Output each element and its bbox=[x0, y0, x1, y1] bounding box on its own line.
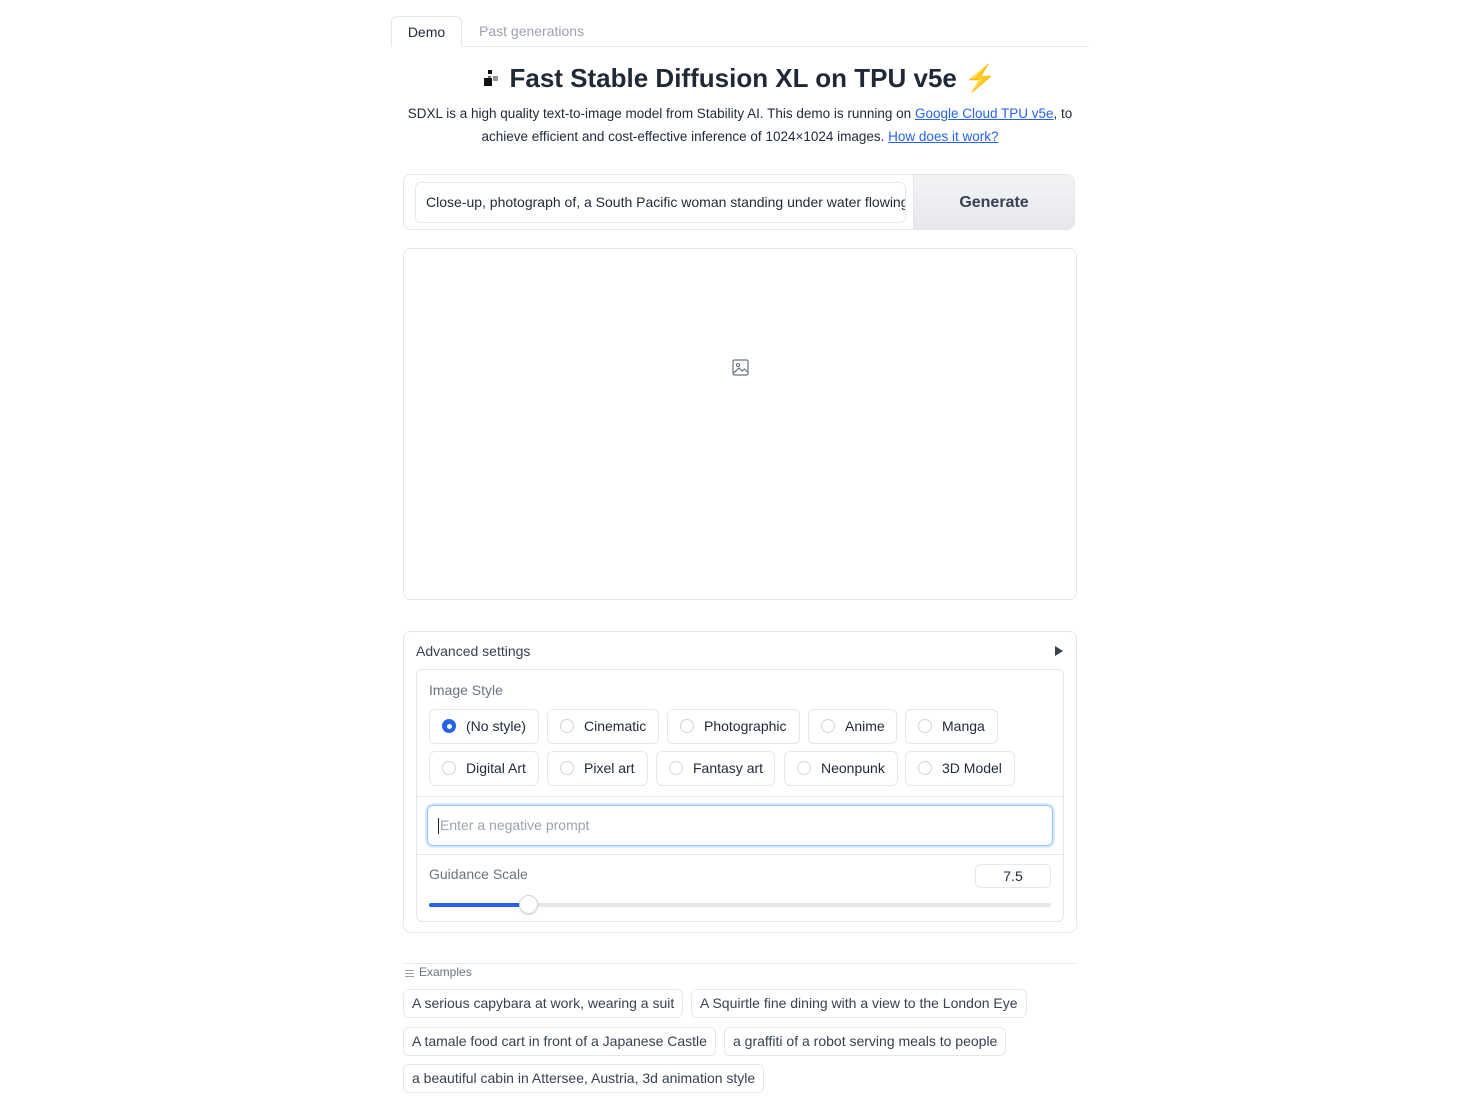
radio-icon[interactable] bbox=[560, 719, 574, 733]
advanced-settings-body: Image Style (No style) Cinematic Photogr… bbox=[416, 669, 1064, 922]
style-option-label: Photographic bbox=[704, 718, 787, 734]
logo-icon bbox=[483, 70, 500, 87]
output-image-area bbox=[403, 248, 1077, 600]
advanced-settings-title[interactable]: Advanced settings bbox=[416, 643, 530, 659]
negative-prompt-input[interactable]: Enter a negative prompt bbox=[427, 805, 1053, 846]
radio-selected-icon[interactable] bbox=[442, 719, 456, 733]
tab-demo[interactable]: Demo bbox=[391, 16, 462, 47]
style-option-photographic[interactable]: Photographic bbox=[667, 709, 800, 744]
style-option-label: Pixel art bbox=[584, 760, 635, 776]
example-prompt[interactable]: A tamale food cart in front of a Japanes… bbox=[403, 1027, 716, 1056]
radio-icon[interactable] bbox=[560, 761, 574, 775]
style-option-neonpunk[interactable]: Neonpunk bbox=[784, 751, 898, 786]
style-option-label: Manga bbox=[942, 718, 985, 734]
description-text-1: SDXL is a high quality text-to-image mod… bbox=[407, 106, 915, 121]
list-icon bbox=[405, 969, 414, 978]
style-option-label: Anime bbox=[845, 718, 885, 734]
image-placeholder-icon bbox=[732, 359, 749, 376]
divider bbox=[417, 854, 1063, 855]
image-style-label: Image Style bbox=[429, 682, 503, 698]
example-prompt[interactable]: A Squirtle fine dining with a view to th… bbox=[691, 989, 1027, 1018]
radio-icon[interactable] bbox=[918, 761, 932, 775]
guidance-scale-slider[interactable] bbox=[429, 895, 1051, 914]
example-prompt[interactable]: a beautiful cabin in Attersee, Austria, … bbox=[403, 1064, 765, 1093]
page-title: Fast Stable Diffusion XL on TPU v5e ⚡ bbox=[0, 58, 1480, 98]
prompt-row: Close-up, photograph of, a South Pacific… bbox=[403, 174, 1075, 230]
style-option-label: Cinematic bbox=[584, 718, 647, 734]
tpu-link[interactable]: Google Cloud TPU v5e bbox=[915, 106, 1054, 121]
style-option-digital-art[interactable]: Digital Art bbox=[429, 751, 539, 786]
lightning-icon: ⚡ bbox=[964, 63, 997, 93]
example-prompt[interactable]: A serious capybara at work, wearing a su… bbox=[403, 989, 684, 1018]
examples-label: Examples bbox=[419, 965, 472, 979]
advanced-settings-panel: Advanced settings Image Style (No style)… bbox=[403, 631, 1077, 933]
collapse-arrow-icon[interactable] bbox=[1055, 646, 1063, 656]
style-option-label: (No style) bbox=[466, 718, 526, 734]
style-option-label: Neonpunk bbox=[821, 760, 885, 776]
style-option-anime[interactable]: Anime bbox=[808, 709, 897, 744]
radio-icon[interactable] bbox=[797, 761, 811, 775]
radio-icon[interactable] bbox=[821, 719, 835, 733]
generate-button[interactable]: Generate bbox=[913, 175, 1074, 229]
tab-past-generations[interactable]: Past generations bbox=[479, 16, 584, 46]
style-option-cinematic[interactable]: Cinematic bbox=[547, 709, 659, 744]
negative-prompt-placeholder: Enter a negative prompt bbox=[440, 817, 590, 833]
style-option-pixel-art[interactable]: Pixel art bbox=[547, 751, 648, 786]
style-option-label: 3D Model bbox=[942, 760, 1002, 776]
divider bbox=[417, 796, 1063, 797]
radio-icon[interactable] bbox=[680, 719, 694, 733]
style-option-label: Fantasy art bbox=[693, 760, 764, 776]
style-option-manga[interactable]: Manga bbox=[905, 709, 998, 744]
title-text: Fast Stable Diffusion XL on TPU v5e bbox=[509, 63, 957, 93]
example-prompt[interactable]: a graffiti of a robot serving meals to p… bbox=[724, 1027, 1007, 1056]
prompt-input[interactable]: Close-up, photograph of, a South Pacific… bbox=[415, 182, 906, 223]
how-it-works-link[interactable]: How does it work? bbox=[888, 129, 998, 144]
slider-handle[interactable] bbox=[519, 895, 539, 914]
radio-icon[interactable] bbox=[669, 761, 683, 775]
style-option-fantasy-art[interactable]: Fantasy art bbox=[656, 751, 775, 786]
text-caret bbox=[438, 818, 439, 835]
style-option-3d-model[interactable]: 3D Model bbox=[905, 751, 1015, 786]
slider-fill bbox=[429, 903, 529, 907]
radio-icon[interactable] bbox=[442, 761, 456, 775]
guidance-scale-value[interactable]: 7.5 bbox=[975, 864, 1051, 888]
tab-bar: Demo Past generations bbox=[391, 16, 1089, 47]
page-description: SDXL is a high quality text-to-image mod… bbox=[400, 102, 1080, 148]
radio-icon[interactable] bbox=[918, 719, 932, 733]
style-option-label: Digital Art bbox=[466, 760, 526, 776]
style-option-no-style[interactable]: (No style) bbox=[429, 709, 539, 744]
examples-header: Examples bbox=[403, 963, 1077, 984]
guidance-scale-label: Guidance Scale bbox=[429, 866, 528, 882]
